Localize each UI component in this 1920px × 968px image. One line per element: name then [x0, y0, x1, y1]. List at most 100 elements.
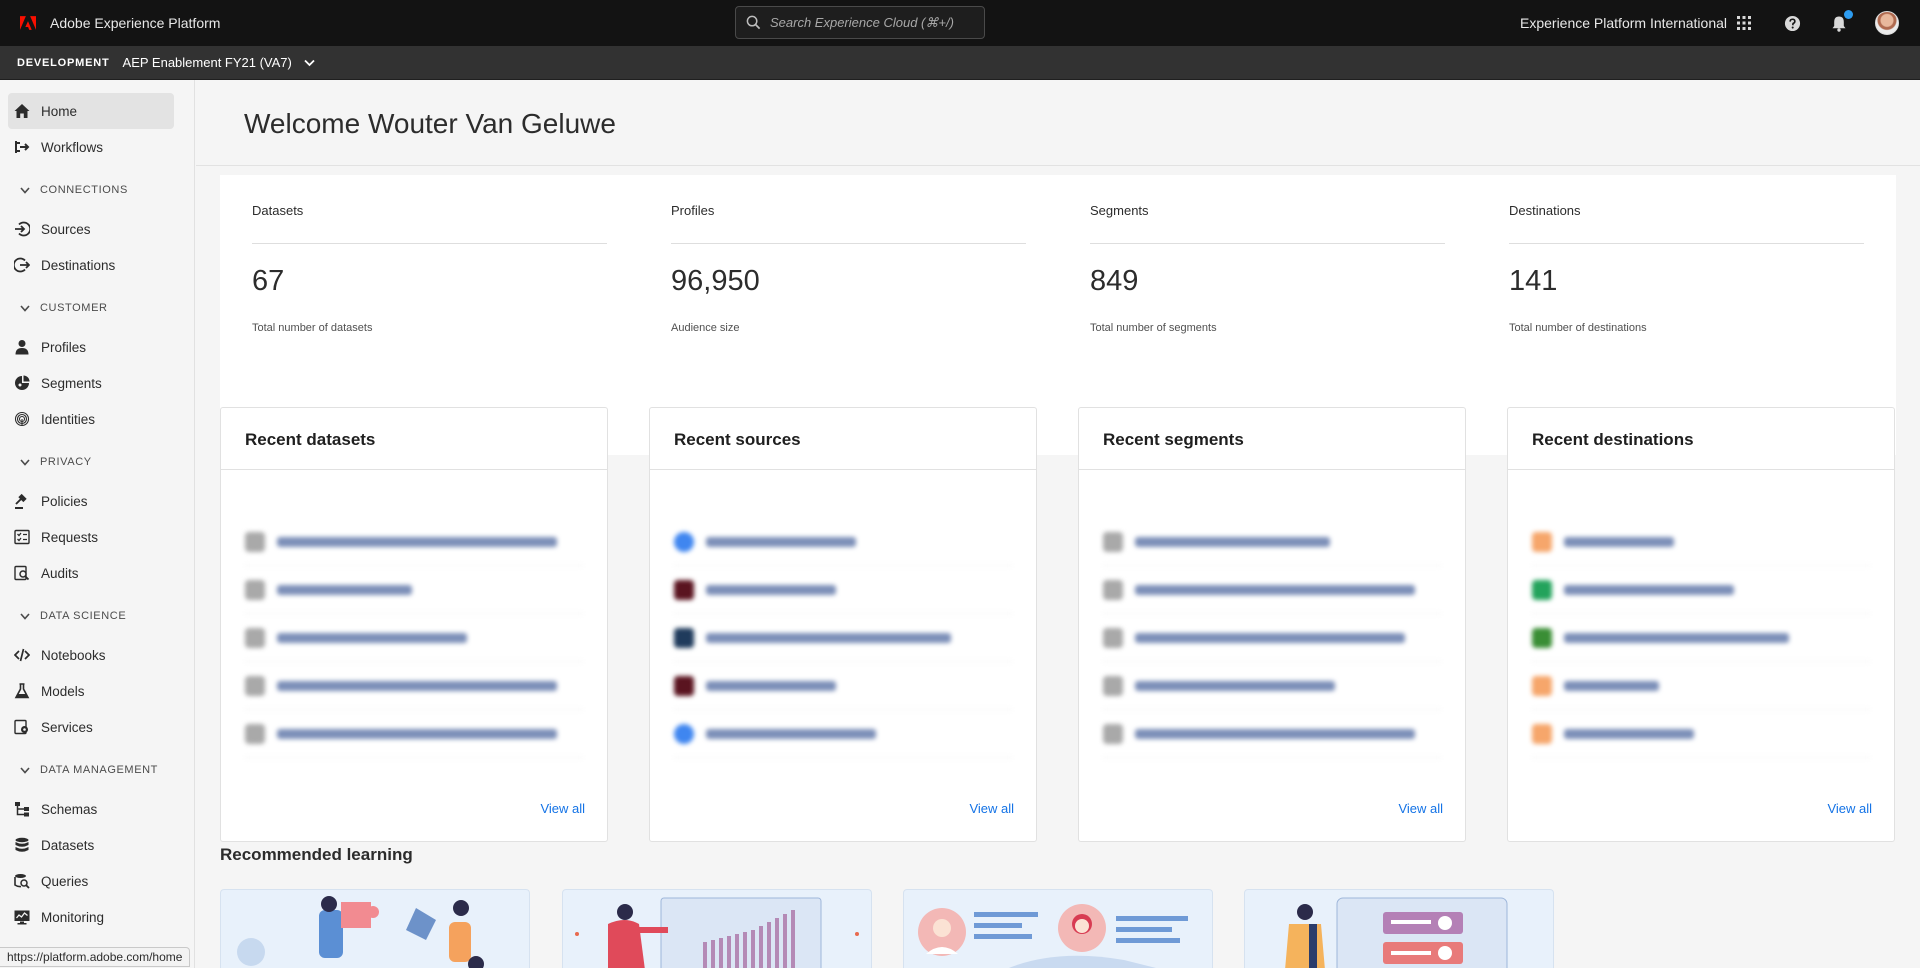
list-item[interactable] [1103, 710, 1441, 758]
sidebar-item-models[interactable]: Models [8, 673, 174, 709]
main-content: Welcome Wouter Van Geluwe Datasets 67 To… [196, 80, 1920, 968]
brand[interactable]: Adobe Experience Platform [0, 15, 220, 31]
sidebar-item-notebooks[interactable]: Notebooks [8, 637, 174, 673]
sidebar-item-workflows[interactable]: Workflows [8, 129, 174, 165]
chevron-down-icon [20, 304, 30, 312]
redacted-text [277, 536, 557, 547]
list-item[interactable] [245, 662, 583, 710]
profile-icon [14, 339, 30, 355]
redacted-text [1135, 536, 1330, 547]
list-item[interactable] [1532, 710, 1870, 758]
chevron-down-icon [20, 612, 30, 620]
segment-icon [1103, 627, 1123, 648]
list-item[interactable] [674, 614, 1012, 662]
sidebar-item-datasets[interactable]: Datasets [8, 827, 174, 863]
stat-title: Profiles [671, 203, 715, 218]
card-title: Recent segments [1103, 430, 1244, 449]
sidebar-item-destinations[interactable]: Destinations [8, 247, 174, 283]
sidebar-item-schemas[interactable]: Schemas [8, 791, 174, 827]
sidebar-item-profiles[interactable]: Profiles [8, 329, 174, 365]
stat-title: Segments [1090, 203, 1149, 218]
source-logo-icon [674, 675, 694, 696]
sidebar-item-home[interactable]: Home [8, 93, 174, 129]
welcome-header: Welcome Wouter Van Geluwe [196, 80, 1920, 166]
redacted-text [706, 632, 951, 643]
section-customer[interactable]: CUSTOMER [0, 287, 194, 329]
sidebar-item-policies[interactable]: Policies [8, 483, 174, 519]
list-item[interactable] [674, 566, 1012, 614]
fingerprint-icon [14, 411, 30, 427]
section-connections[interactable]: CONNECTIONS [0, 169, 194, 211]
list-item[interactable] [674, 662, 1012, 710]
section-data-science[interactable]: DATA SCIENCE [0, 595, 194, 637]
list-item[interactable] [1532, 614, 1870, 662]
sidebar-item-services[interactable]: Services [8, 709, 174, 745]
user-avatar[interactable] [1875, 11, 1899, 35]
list-item[interactable] [1103, 518, 1441, 566]
search-input[interactable] [770, 15, 970, 30]
redacted-text [1564, 632, 1789, 643]
list-item[interactable] [1103, 614, 1441, 662]
list-item[interactable] [674, 518, 1012, 566]
segment-icon [1103, 531, 1123, 552]
section-label: DATA MANAGEMENT [40, 764, 158, 776]
card-title: Recent datasets [245, 430, 376, 449]
learning-card[interactable] [220, 889, 530, 968]
sidebar-item-queries[interactable]: Queries [8, 863, 174, 899]
sidebar-item-audits[interactable]: Audits [8, 555, 174, 591]
view-all-link[interactable]: View all [1827, 801, 1872, 816]
sidebar-item-label: Audits [41, 565, 79, 581]
list-item[interactable] [1532, 518, 1870, 566]
org-switcher[interactable]: Experience Platform International [1520, 15, 1727, 31]
profiles-illustration [918, 904, 1188, 968]
sandbox-name[interactable]: AEP Enablement FY21 (VA7) [123, 55, 292, 70]
sidebar-item-identities[interactable]: Identities [8, 401, 174, 437]
recent-cards: Recent datasets View all Recent sources [220, 407, 1896, 842]
destination-logo-icon [1532, 531, 1552, 552]
sidebar-item-label: Services [41, 719, 93, 735]
chart-presenter-illustration [575, 897, 859, 968]
stat-value: 849 [1090, 265, 1139, 297]
list-item[interactable] [1532, 566, 1870, 614]
view-all-link[interactable]: View all [540, 801, 585, 816]
apps-grid-icon[interactable] [1733, 12, 1755, 34]
divider [221, 469, 607, 470]
list-item[interactable] [245, 566, 583, 614]
notification-bell-icon[interactable] [1828, 10, 1853, 34]
sidebar-item-label: Profiles [41, 339, 87, 355]
chevron-down-icon [20, 186, 30, 194]
learning-card[interactable] [903, 889, 1213, 968]
section-privacy[interactable]: PRIVACY [0, 441, 194, 483]
list-item[interactable] [674, 710, 1012, 758]
redacted-text [1135, 728, 1415, 739]
list-item[interactable] [1103, 662, 1441, 710]
stat-title: Datasets [252, 203, 304, 218]
sidebar-item-label: Segments [41, 375, 102, 391]
divider [1508, 469, 1894, 470]
chevron-down-icon [20, 458, 30, 466]
list-item[interactable] [245, 518, 583, 566]
learning-card[interactable] [1244, 889, 1554, 968]
sidebar-item-requests[interactable]: Requests [8, 519, 174, 555]
global-search[interactable] [735, 6, 985, 39]
help-icon[interactable] [1781, 12, 1803, 34]
list-item[interactable] [245, 614, 583, 662]
view-all-link[interactable]: View all [969, 801, 1014, 816]
sidebar-item-monitoring[interactable]: Monitoring [8, 899, 174, 935]
learning-card[interactable] [562, 889, 872, 968]
chevron-down-icon[interactable] [304, 59, 315, 67]
puzzle-people-illustration [237, 896, 484, 968]
section-data-management[interactable]: DATA MANAGEMENT [0, 749, 194, 791]
stat-caption: Total number of segments [1090, 322, 1217, 334]
sidebar-item-sources[interactable]: Sources [8, 211, 174, 247]
list-item[interactable] [1532, 662, 1870, 710]
sidebar-item-segments[interactable]: Segments [8, 365, 174, 401]
app-name: Adobe Experience Platform [50, 15, 221, 31]
list-item[interactable] [1103, 566, 1441, 614]
sidebar-item-label: Workflows [41, 139, 104, 155]
segment-icon [1103, 723, 1123, 744]
view-all-link[interactable]: View all [1398, 801, 1443, 816]
dataset-icon [245, 723, 265, 744]
list-item[interactable] [245, 710, 583, 758]
source-logo-icon [674, 579, 694, 600]
